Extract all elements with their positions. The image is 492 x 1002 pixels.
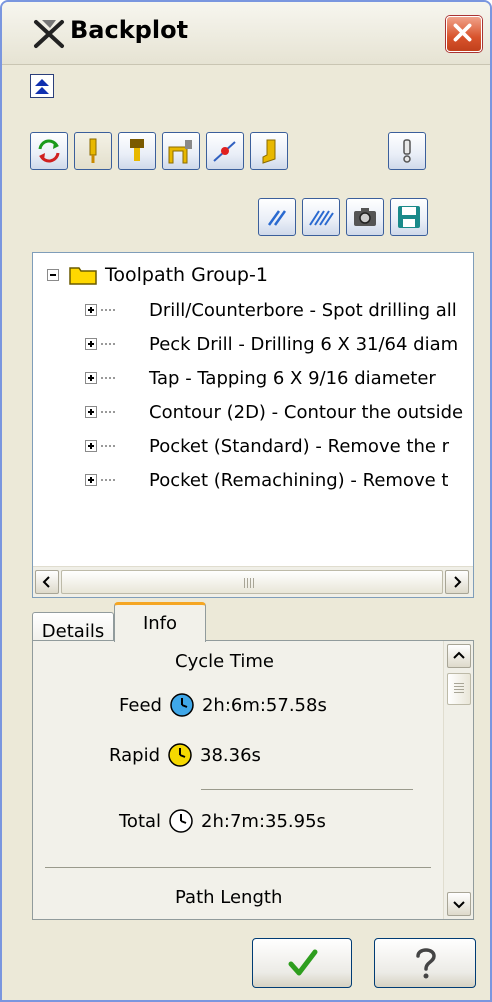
refresh-button[interactable] <box>30 132 68 170</box>
total-value: 2h:7m:35.95s <box>201 810 326 832</box>
scroll-right-button[interactable] <box>445 570 469 594</box>
separator <box>201 789 413 790</box>
toolpath-tree[interactable]: Toolpath Group-1 Drill/Counterbore - Spo… <box>32 252 474 598</box>
path-length-header: Path Length <box>175 887 283 908</box>
title-bar[interactable]: Backplot <box>2 2 490 65</box>
refresh-icon <box>38 139 60 163</box>
horizontal-scrollbar[interactable] <box>33 566 473 597</box>
tree-item-label: Pocket (Standard) - Remove the r <box>149 435 450 457</box>
feed-label: Feed <box>119 694 162 716</box>
scroll-thumb[interactable] <box>61 570 443 594</box>
close-icon <box>453 23 472 42</box>
checkmark-icon <box>288 949 318 976</box>
camera-icon <box>354 208 376 226</box>
separator <box>45 867 431 868</box>
save-icon <box>398 206 420 228</box>
feed-clock-icon <box>170 693 194 717</box>
vector-icon <box>213 141 236 162</box>
show-stock-button[interactable] <box>162 132 200 170</box>
shank-icon <box>262 139 276 164</box>
chevron-up-icon <box>453 651 465 659</box>
scroll-down-button[interactable] <box>447 892 471 916</box>
expand-icon[interactable] <box>85 406 97 418</box>
show-vectors-button[interactable] <box>206 132 244 170</box>
info-icon <box>403 139 411 163</box>
hatch-button[interactable] <box>258 198 296 236</box>
chevron-down-icon <box>453 901 465 909</box>
tree-item[interactable]: Pocket (Remachining) - Remove t <box>85 465 448 495</box>
tool-icon <box>89 138 97 163</box>
tree-item[interactable]: Peck Drill - Drilling 6 X 31/64 diam <box>85 329 458 359</box>
expand-icon[interactable] <box>85 474 97 486</box>
tree-item-label: Tap - Tapping 6 X 9/16 diameter <box>149 367 436 389</box>
tree-item[interactable]: Pocket (Standard) - Remove the r <box>85 431 449 461</box>
scroll-thumb[interactable] <box>447 673 471 705</box>
rapid-clock-icon <box>168 743 192 767</box>
tree-root[interactable]: Toolpath Group-1 <box>47 261 268 289</box>
total-row: Total 2h:7m:35.95s <box>119 807 326 835</box>
tree-item[interactable]: Tap - Tapping 6 X 9/16 diameter <box>85 363 436 393</box>
total-label: Total <box>119 810 162 832</box>
expand-icon[interactable] <box>85 304 97 316</box>
total-clock-icon <box>169 809 193 833</box>
show-tool-button[interactable] <box>74 132 112 170</box>
folder-icon <box>69 267 97 285</box>
hatch-icon <box>267 210 287 226</box>
chevron-left-icon <box>42 576 50 588</box>
save-button[interactable] <box>390 198 428 236</box>
feed-value: 2h:6m:57.58s <box>201 694 327 716</box>
feed-row: Feed 2h:6m:57.58s <box>119 691 327 719</box>
window-title: Backplot <box>70 16 189 44</box>
collapse-expander-icon[interactable] <box>47 269 59 281</box>
scroll-left-button[interactable] <box>35 570 59 594</box>
holder-icon <box>130 139 144 161</box>
tree-item-label: Contour (2D) - Contour the outside <box>149 401 464 423</box>
show-shank-button[interactable] <box>250 132 288 170</box>
info-button[interactable] <box>388 132 426 170</box>
double-hatch-button[interactable] <box>302 198 340 236</box>
info-panel: Cycle Time Feed 2h:6m:57.58s Rapid 38.36… <box>32 640 474 920</box>
tree-item[interactable]: Drill/Counterbore - Spot drilling all <box>85 295 457 325</box>
rapid-value: 38.36s <box>200 744 261 766</box>
backplot-window: Backplot Toolpath Group-1 Drill/Counterb… <box>0 0 492 1002</box>
stock-icon <box>168 140 192 164</box>
show-holder-button[interactable] <box>118 132 156 170</box>
tree-item-label: Peck Drill - Drilling 6 X 31/64 diam <box>149 333 459 355</box>
double-chevron-up-icon <box>35 79 49 94</box>
expand-icon[interactable] <box>85 440 97 452</box>
expand-icon[interactable] <box>85 372 97 384</box>
vertical-scrollbar[interactable] <box>443 641 473 919</box>
mastercam-logo-icon <box>34 20 64 48</box>
tree-item[interactable]: Contour (2D) - Contour the outside <box>85 397 463 427</box>
scroll-up-button[interactable] <box>447 644 471 668</box>
expand-icon[interactable] <box>85 338 97 350</box>
ok-button[interactable] <box>252 938 352 988</box>
tab-info[interactable]: Info <box>114 602 206 642</box>
help-button[interactable] <box>374 938 476 988</box>
double-hatch-icon <box>309 210 334 226</box>
question-icon <box>416 948 436 979</box>
tree-item-label: Pocket (Remachining) - Remove t <box>149 469 449 491</box>
collapse-toolbar-button[interactable] <box>30 74 54 98</box>
chevron-right-icon <box>454 576 462 588</box>
tree-item-label: Drill/Counterbore - Spot drilling all <box>149 299 457 321</box>
rapid-label: Rapid <box>109 744 160 766</box>
cycle-time-header: Cycle Time <box>175 651 274 672</box>
close-button[interactable] <box>446 16 482 52</box>
screenshot-button[interactable] <box>346 198 384 236</box>
tree-root-label: Toolpath Group-1 <box>105 264 268 286</box>
rapid-row: Rapid 38.36s <box>109 741 261 769</box>
